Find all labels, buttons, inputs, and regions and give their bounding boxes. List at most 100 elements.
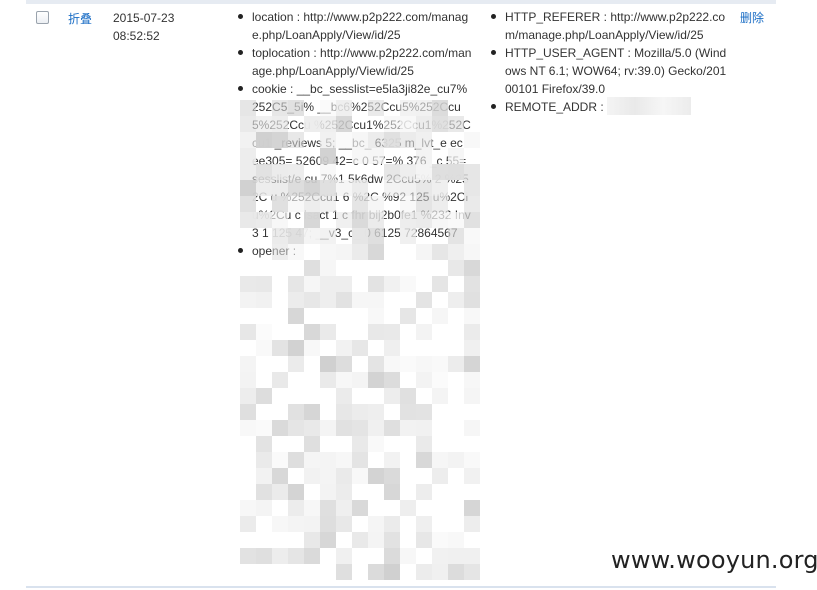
mosaic-cell <box>416 356 432 372</box>
mosaic-cell <box>256 276 272 292</box>
mosaic-cell <box>304 500 320 516</box>
mosaic-cell <box>304 516 320 532</box>
mosaic-cell <box>368 356 384 372</box>
mosaic-cell <box>368 372 384 388</box>
date-text: 2015-07-23 <box>113 11 175 25</box>
mosaic-cell <box>336 340 352 356</box>
mosaic-cell <box>256 548 272 564</box>
mosaic-cell <box>256 420 272 436</box>
mosaic-cell <box>320 452 336 468</box>
mosaic-cell <box>448 548 464 564</box>
mosaic-cell <box>304 276 320 292</box>
mosaic-cell <box>336 388 352 404</box>
mosaic-cell <box>240 372 256 388</box>
mosaic-cell <box>352 468 368 484</box>
delete-link[interactable]: 删除 <box>740 9 764 26</box>
mosaic-cell <box>320 532 336 548</box>
mosaic-cell <box>400 388 416 404</box>
mosaic-cell <box>240 548 256 564</box>
mosaic-cell <box>432 548 448 564</box>
mosaic-cell <box>368 308 384 324</box>
mosaic-cell <box>368 468 384 484</box>
mosaic-cell <box>256 452 272 468</box>
opener-item: opener : <box>238 242 472 260</box>
mosaic-cell <box>272 548 288 564</box>
mosaic-cell <box>400 276 416 292</box>
http-referer-item: HTTP_REFERER : http://www.p2p222.com/man… <box>491 8 727 44</box>
mosaic-cell <box>464 452 480 468</box>
mosaic-cell <box>352 532 368 548</box>
mosaic-cell <box>416 516 432 532</box>
mosaic-cell <box>384 468 400 484</box>
mosaic-cell <box>464 516 480 532</box>
row-checkbox[interactable] <box>36 11 49 24</box>
mosaic-cell <box>400 404 416 420</box>
mosaic-cell <box>288 340 304 356</box>
mosaic-cell <box>368 516 384 532</box>
mosaic-cell <box>448 564 464 580</box>
mosaic-cell <box>304 436 320 452</box>
mosaic-cell <box>448 452 464 468</box>
mosaic-cell <box>336 548 352 564</box>
mosaic-cell <box>368 404 384 420</box>
mosaic-cell <box>384 276 400 292</box>
cookie-item: cookie : __bc_sesslist=e5la3ji82e_cu7%25… <box>238 80 472 242</box>
mosaic-cell <box>240 276 256 292</box>
mosaic-cell <box>464 564 480 580</box>
mosaic-cell <box>288 292 304 308</box>
mosaic-cell <box>448 532 464 548</box>
mosaic-cell <box>272 516 288 532</box>
mosaic-cell <box>320 420 336 436</box>
mosaic-cell <box>416 452 432 468</box>
mosaic-cell <box>240 324 256 340</box>
redacted-ip <box>607 97 691 115</box>
mosaic-cell <box>304 260 320 276</box>
mosaic-cell <box>352 500 368 516</box>
mosaic-cell <box>320 372 336 388</box>
mosaic-cell <box>368 292 384 308</box>
client-info-list: location : http://www.p2p222.com/manage.… <box>238 8 472 260</box>
mosaic-cell <box>464 276 480 292</box>
mosaic-cell <box>432 372 448 388</box>
mosaic-cell <box>288 404 304 420</box>
mosaic-cell <box>304 324 320 340</box>
mosaic-cell <box>256 388 272 404</box>
mosaic-cell <box>304 452 320 468</box>
mosaic-cell <box>352 404 368 420</box>
mosaic-cell <box>256 468 272 484</box>
mosaic-cell <box>256 436 272 452</box>
mosaic-cell <box>464 548 480 564</box>
mosaic-cell <box>464 260 480 276</box>
mosaic-cell <box>272 340 288 356</box>
time-text: 08:52:52 <box>113 29 160 43</box>
mosaic-cell <box>320 500 336 516</box>
mosaic-cell <box>352 292 368 308</box>
mosaic-cell <box>432 532 448 548</box>
mosaic-cell <box>368 276 384 292</box>
mosaic-cell <box>368 324 384 340</box>
mosaic-cell <box>448 292 464 308</box>
mosaic-cell <box>368 420 384 436</box>
mosaic-cell <box>336 500 352 516</box>
mosaic-cell <box>384 324 400 340</box>
mosaic-cell <box>384 420 400 436</box>
mosaic-cell <box>336 356 352 372</box>
top-divider <box>26 0 776 4</box>
bottom-divider <box>26 586 776 588</box>
mosaic-cell <box>272 484 288 500</box>
mosaic-cell <box>288 452 304 468</box>
mosaic-cell <box>288 484 304 500</box>
mosaic-cell <box>352 452 368 468</box>
mosaic-cell <box>336 564 352 580</box>
mosaic-cell <box>384 452 400 468</box>
mosaic-cell <box>384 564 400 580</box>
mosaic-cell <box>288 308 304 324</box>
mosaic-cell <box>416 292 432 308</box>
mosaic-cell <box>464 340 480 356</box>
mosaic-cell <box>464 308 480 324</box>
mosaic-cell <box>336 452 352 468</box>
mosaic-cell <box>400 308 416 324</box>
mosaic-cell <box>416 532 432 548</box>
mosaic-cell <box>416 420 432 436</box>
collapse-link[interactable]: 折叠 <box>68 10 92 27</box>
